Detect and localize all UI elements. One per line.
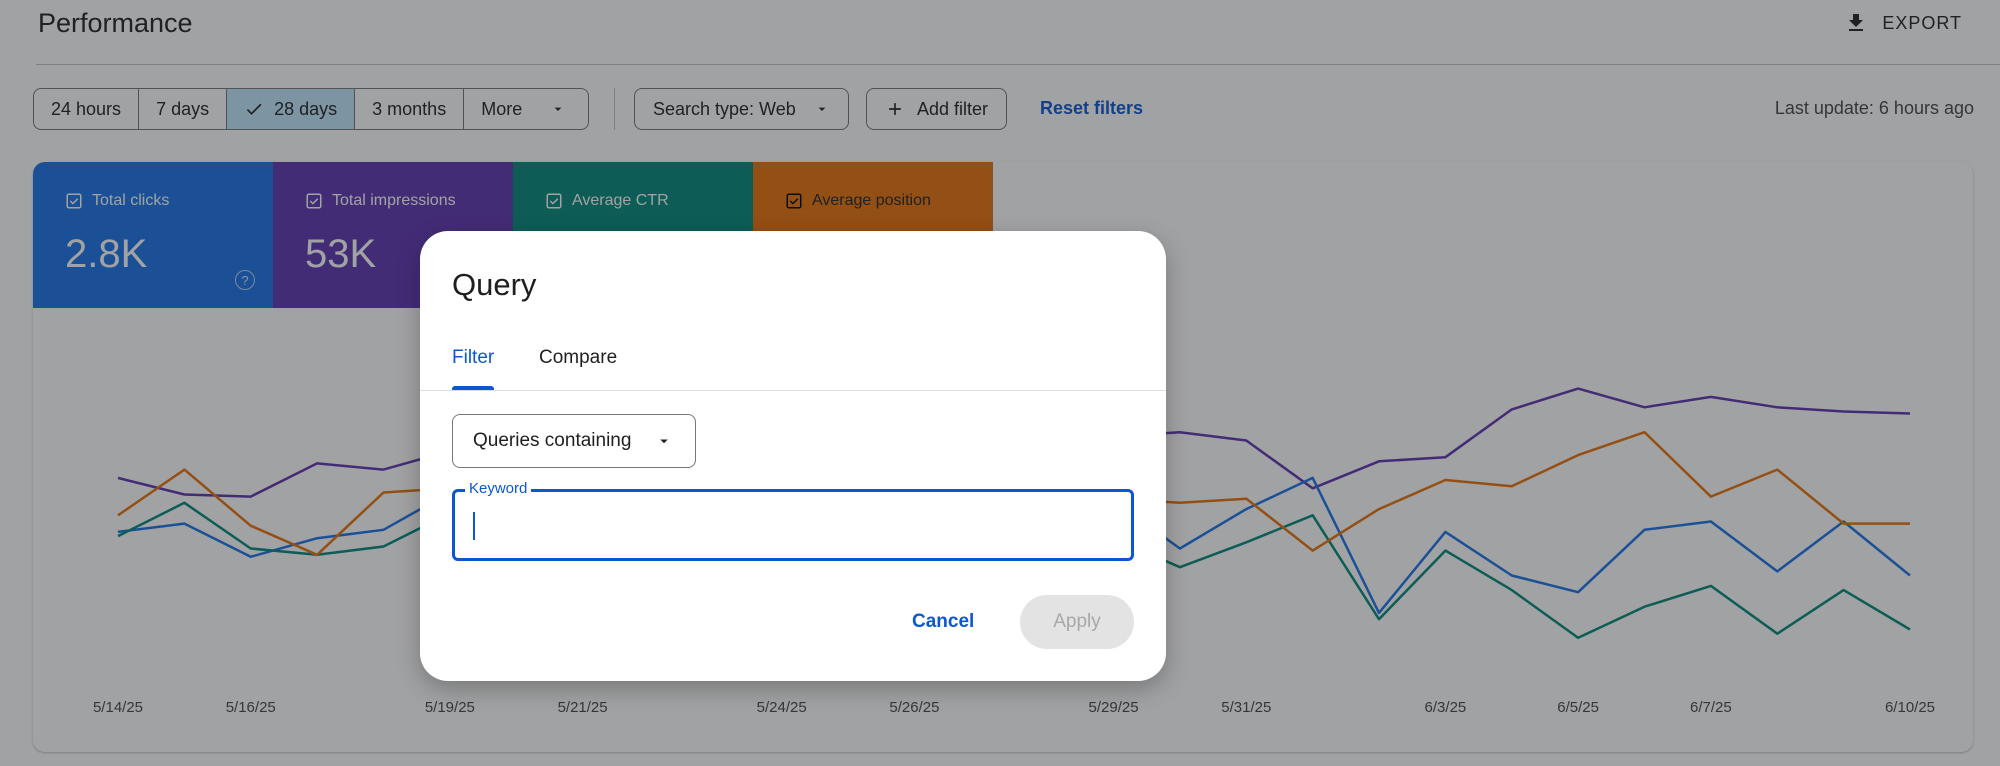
tab-filter[interactable]: Filter	[452, 347, 494, 369]
tab-compare[interactable]: Compare	[539, 347, 617, 369]
cancel-button[interactable]: Cancel	[912, 611, 974, 633]
dropdown-arrow-icon	[660, 439, 668, 444]
keyword-label: Keyword	[465, 480, 532, 497]
query-match-select[interactable]: Queries containing	[452, 414, 696, 468]
keyword-input[interactable]	[471, 506, 1111, 544]
dialog-title: Query	[452, 267, 537, 302]
text-cursor	[473, 512, 475, 540]
apply-button[interactable]: Apply	[1020, 595, 1134, 649]
query-dialog: Query Filter Compare Queries containing …	[420, 231, 1166, 681]
performance-page: Performance EXPORT 24 hours 7 days 28 da…	[0, 0, 2000, 766]
keyword-field[interactable]: Keyword	[452, 480, 1134, 561]
select-value: Queries containing	[473, 430, 632, 451]
tab-divider	[420, 390, 1166, 391]
